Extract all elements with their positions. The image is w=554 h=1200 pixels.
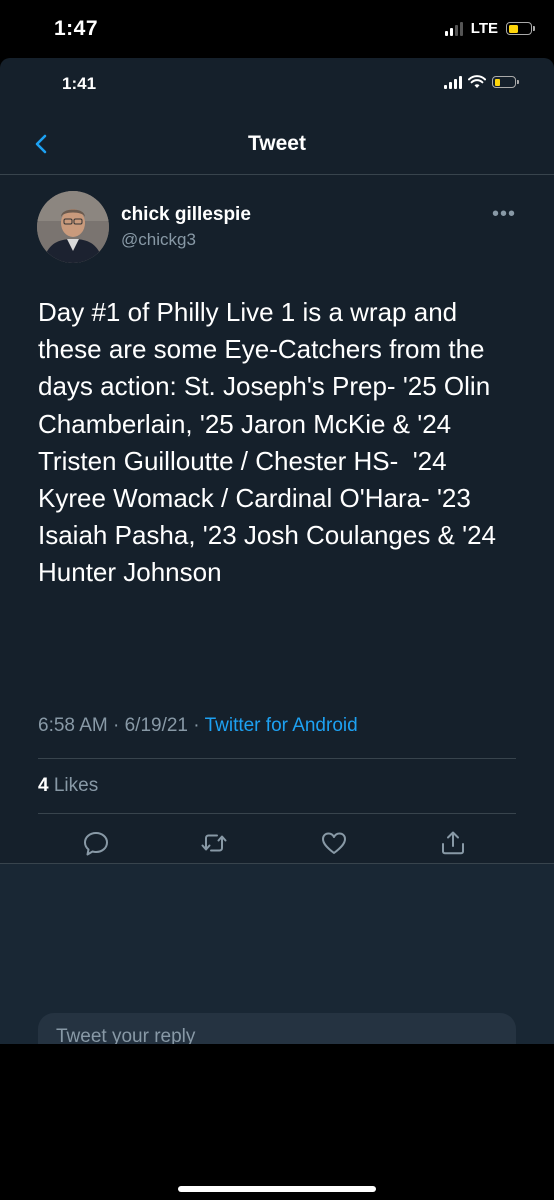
outer-status-bar: 1:47 LTE	[0, 0, 554, 60]
avatar[interactable]	[37, 191, 109, 263]
signal-icon	[444, 75, 462, 89]
tweet-meta: 6:58 AM · 6/19/21 · Twitter for Android	[38, 715, 358, 737]
network-label: LTE	[470, 20, 498, 37]
signal-icon	[444, 21, 463, 36]
outer-status-indicators: LTE	[444, 20, 535, 37]
top-nav: Tweet	[0, 116, 554, 175]
divider	[38, 813, 516, 814]
more-options-icon[interactable]: •••	[492, 203, 516, 226]
avatar-image	[37, 191, 109, 263]
wifi-icon	[468, 75, 486, 88]
battery-icon	[506, 22, 535, 35]
tweet-time: 6:58 AM	[38, 715, 108, 736]
battery-icon	[492, 76, 519, 88]
reply-placeholder: Tweet your reply	[56, 1026, 196, 1044]
heart-icon[interactable]	[320, 829, 348, 857]
meta-separator: ·	[113, 715, 125, 736]
app-screen: 1:41 Tweet chick gillespie @chickg3 ••• …	[0, 58, 554, 1044]
inner-status-time: 1:41	[62, 74, 97, 93]
outer-status-time: 1:47	[54, 17, 99, 40]
likes-count: 4	[38, 775, 49, 796]
home-indicator[interactable]	[178, 1186, 376, 1192]
meta-separator: ·	[193, 715, 205, 736]
likes-link[interactable]: 4 Likes	[38, 775, 98, 797]
tweet-text: Day #1 of Philly Live 1 is a wrap and th…	[38, 297, 504, 588]
divider	[38, 758, 516, 759]
tweet-date: 6/19/21	[124, 715, 189, 736]
author-handle[interactable]: @chickg3	[121, 230, 196, 250]
tweet-source-link[interactable]: Twitter for Android	[205, 715, 358, 736]
reply-input[interactable]: Tweet your reply	[38, 1013, 516, 1044]
author-name[interactable]: chick gillespie	[121, 204, 251, 226]
reply-icon[interactable]	[82, 829, 110, 857]
page-title: Tweet	[248, 132, 306, 155]
retweet-icon[interactable]	[200, 829, 228, 857]
share-icon[interactable]	[439, 829, 467, 857]
inner-status-indicators	[444, 75, 519, 89]
likes-label: Likes	[53, 775, 99, 796]
